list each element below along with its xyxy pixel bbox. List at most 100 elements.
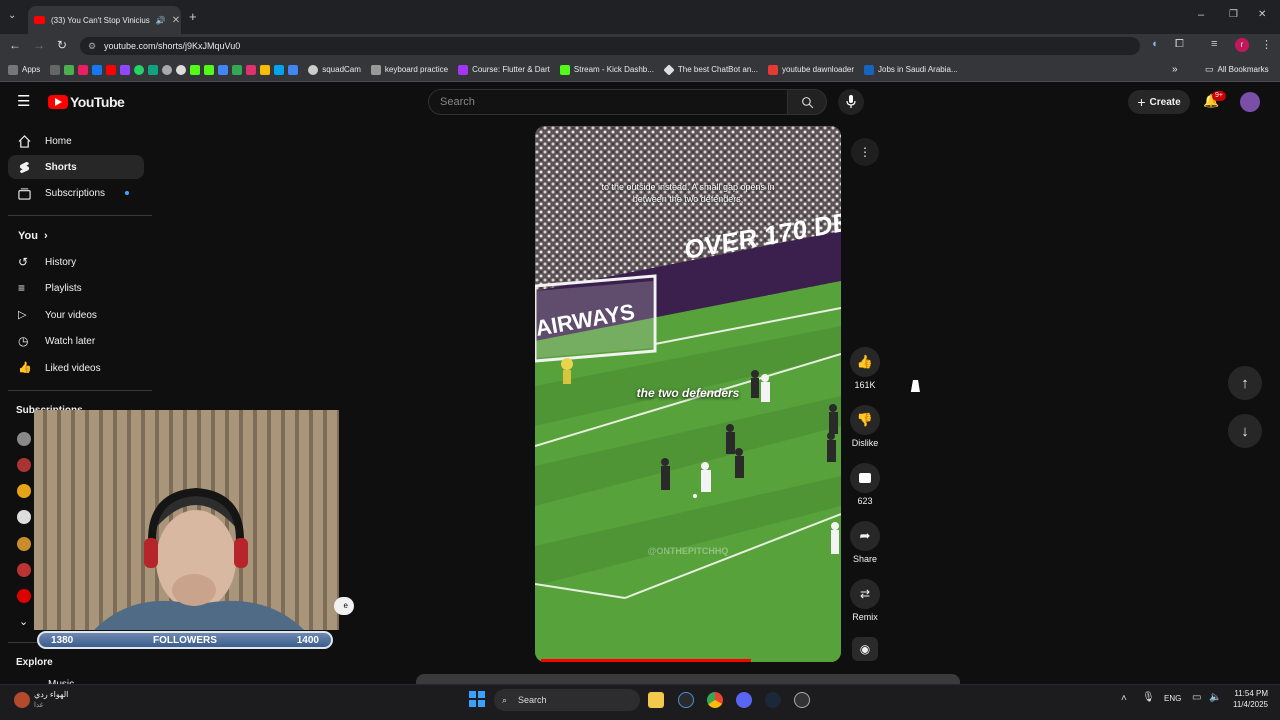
volume-icon[interactable]: 🔈 <box>1209 692 1221 703</box>
account-avatar[interactable] <box>1240 92 1260 112</box>
discord-icon[interactable] <box>736 692 752 708</box>
youtube-logo-text[interactable]: YouTube <box>70 94 125 110</box>
all-bookmarks[interactable]: ▭ All Bookmarks <box>1205 64 1269 75</box>
channel-avatar[interactable] <box>17 484 31 498</box>
sidebar-item-subscriptions[interactable]: Subscriptions <box>8 181 144 205</box>
address-bar[interactable]: ⚙ youtube.com/shorts/j9KxJMquVu0 <box>80 37 1140 55</box>
extensions-puzzle-icon[interactable]: ⧠ <box>1175 38 1184 51</box>
channel-avatar[interactable] <box>17 589 31 603</box>
bookmark-jobs[interactable]: Jobs in Saudi Arabia... <box>864 64 958 75</box>
webcam-overlay <box>34 410 339 630</box>
keyboard-icon <box>370 64 381 75</box>
clock-date[interactable]: 11/4/2025 <box>1226 700 1268 709</box>
sidebar-item-history[interactable]: ↺ History <box>8 250 144 274</box>
comments-button[interactable]: 623 <box>848 463 882 506</box>
extension-icon[interactable]: ◖ <box>1151 38 1158 50</box>
forward-icon[interactable]: → <box>33 38 45 52</box>
voice-search-button[interactable] <box>838 89 864 115</box>
comment-icon <box>859 473 871 483</box>
bookmark-kick[interactable]: Stream - Kick Dashb... <box>559 64 654 75</box>
folder-icon: ▭ <box>1205 64 1214 74</box>
sidebar-item-home[interactable]: Home <box>8 129 144 153</box>
bookmark-shortcuts[interactable] <box>50 64 299 75</box>
remix-icon: ⇄ <box>859 587 871 601</box>
next-short-preview[interactable] <box>416 674 960 684</box>
back-icon[interactable]: ← <box>9 38 21 52</box>
sidebar-item-watch-later[interactable]: ◷ Watch later <box>8 329 144 353</box>
site-info-icon[interactable]: ⚙ <box>88 37 96 55</box>
video-progress-bar[interactable] <box>541 659 751 662</box>
sidebar-item-liked-videos[interactable]: 👍 Liked videos <box>8 356 144 380</box>
sidebar-you-heading[interactable]: You › <box>8 224 144 248</box>
obs-icon[interactable] <box>678 692 694 708</box>
browser-tab-active[interactable]: (33) You Can't Stop Vinicius 🔊 ✕ <box>28 6 181 34</box>
more-options-icon[interactable]: ⋮ <box>851 138 879 166</box>
channel-avatar[interactable] <box>17 432 31 446</box>
more-bookmarks-icon[interactable]: » <box>1172 64 1178 75</box>
facebook-icon <box>92 64 103 75</box>
media-control-icon[interactable]: ≡ <box>1211 38 1217 50</box>
app-icon[interactable] <box>794 692 810 708</box>
channel-avatar[interactable] <box>17 458 31 472</box>
chrome-icon[interactable] <box>707 692 723 708</box>
window-restore-icon[interactable]: ❐ <box>1229 9 1238 20</box>
guide-menu-icon[interactable]: ☰ <box>17 92 30 110</box>
bookmarks-bar: Apps squadCam keyboard practice Course: … <box>0 58 1280 82</box>
bookmark-chatbot[interactable]: The best ChatBot an... <box>663 63 758 76</box>
steam-icon[interactable] <box>765 692 781 708</box>
share-button[interactable]: ➦ Share <box>848 521 882 564</box>
reload-icon[interactable]: ↻ <box>57 38 67 52</box>
channel-avatar[interactable] <box>17 510 31 524</box>
previous-short-button[interactable]: ↑ <box>1228 366 1262 400</box>
short-video-player[interactable]: OVER 170 DESTINAT AIRWAYS to the outside… <box>535 126 841 662</box>
dislike-button[interactable]: 👎 Dislike <box>848 405 882 448</box>
bookmark-squadcam[interactable]: squadCam <box>308 64 361 75</box>
create-button[interactable]: + Create <box>1128 90 1190 114</box>
browser-tab-bar: ⌄ (33) You Can't Stop Vinicius 🔊 ✕ + – ❐… <box>0 0 1280 34</box>
tab-search-icon[interactable]: ⌄ <box>8 10 16 21</box>
sidebar-item-playlists[interactable]: ≡ Playlists <box>8 276 144 300</box>
window-close-icon[interactable]: ✕ <box>1258 9 1266 20</box>
file-explorer-icon[interactable] <box>648 692 664 708</box>
chrome-menu-icon[interactable]: ⋮ <box>1261 38 1272 51</box>
taskbar-search[interactable]: ⌕ Search <box>494 689 640 711</box>
microphone-icon <box>846 95 856 108</box>
next-short-button[interactable]: ↓ <box>1228 414 1262 448</box>
show-more-chevron-icon[interactable]: ⌄ <box>19 615 28 628</box>
youtube-logo-icon[interactable] <box>48 95 68 109</box>
profile-avatar[interactable]: r <box>1235 38 1249 52</box>
tray-mic-icon[interactable]: 🎙 <box>1142 692 1155 703</box>
windows-start-icon[interactable] <box>469 691 485 707</box>
comments-count: 623 <box>857 496 873 506</box>
bookmark-apps[interactable]: Apps <box>8 64 40 75</box>
tray-overflow-icon[interactable]: ˄ <box>1121 693 1127 704</box>
subscriptions-icon <box>18 187 31 200</box>
youtube-icon <box>106 64 117 75</box>
share-icon: ➦ <box>859 528 871 543</box>
sidebar-pill-partial: e <box>334 597 354 615</box>
search-button[interactable] <box>787 89 827 115</box>
tab-close-icon[interactable]: ✕ <box>172 15 180 26</box>
sidebar-item-your-videos[interactable]: ▷ Your videos <box>8 303 144 327</box>
bookmark-keyboard[interactable]: keyboard practice <box>370 64 448 75</box>
network-icon[interactable]: ▭ <box>1192 692 1201 703</box>
clock-time[interactable]: 11:54 PM <box>1230 689 1268 698</box>
remix-button[interactable]: ⇄ Remix <box>848 579 882 622</box>
language-indicator[interactable]: ENG <box>1164 694 1181 703</box>
like-button[interactable]: 👍 161K <box>848 347 882 390</box>
sound-track-icon[interactable]: ◉ <box>852 637 878 661</box>
bookmark-flutter[interactable]: Course: Flutter & Dart <box>458 64 550 75</box>
channel-avatar[interactable] <box>17 537 31 551</box>
bookmark-yt-downloader[interactable]: youtube dawnloader <box>767 64 854 75</box>
video-caption-top: to the outside instead. A small gap open… <box>601 182 775 204</box>
clock-icon: ◷ <box>18 333 29 348</box>
window-minimize-icon[interactable]: – <box>1198 9 1204 21</box>
squadcam-icon <box>308 64 319 75</box>
sidebar-item-shorts[interactable]: Shorts <box>8 155 144 179</box>
search-icon <box>801 96 813 108</box>
weather-icon[interactable] <box>14 692 30 708</box>
channel-avatar[interactable] <box>17 563 31 577</box>
new-tab-icon[interactable]: + <box>189 9 197 24</box>
github-icon <box>176 64 187 75</box>
search-input[interactable]: Search <box>428 89 788 115</box>
